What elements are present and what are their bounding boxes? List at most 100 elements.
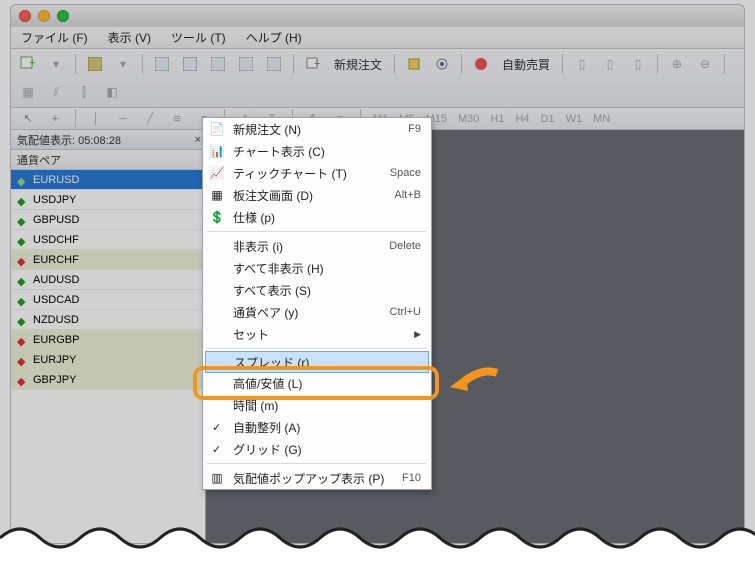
indicator-icon[interactable]: ⫽ xyxy=(45,81,67,103)
menu-hide[interactable]: 非表示 (i)Delete xyxy=(203,235,431,257)
menu-auto-arrange[interactable]: ✓自動整列 (A) xyxy=(203,416,431,438)
menu-popup-prices[interactable]: ▥気配値ポップアップ表示 (P)F10 xyxy=(203,467,431,489)
menu-hide-all[interactable]: すべて非表示 (H) xyxy=(203,257,431,279)
market-watch-title-text: 気配値表示: 05:08:28 xyxy=(17,132,121,148)
crosshair-icon[interactable]: + xyxy=(46,111,64,127)
trendline-icon[interactable]: ╱ xyxy=(141,111,159,127)
candle-chart-icon[interactable]: ▯ xyxy=(599,53,621,75)
svg-text:+: + xyxy=(314,58,320,70)
symbol-label: USDJPY xyxy=(33,194,76,206)
navigator-icon[interactable] xyxy=(207,53,229,75)
close-icon[interactable]: × xyxy=(195,134,201,146)
arrow-up-icon: ◆ xyxy=(17,195,27,205)
context-menu: 📄新規注文 (N)F9 📊チャート表示 (C) 📈ティックチャート (T)Spa… xyxy=(202,117,432,490)
zoom-out-icon[interactable]: ⊖ xyxy=(694,53,716,75)
toolbar-main: + ▾ ▾ + 新規注文 自動売買 ▯ ▯ ▯ ⊕ ⊖ ▦ ⫽ ⫿ ◧ xyxy=(11,49,744,108)
menu-sets[interactable]: セット▶ xyxy=(203,323,431,345)
channel-icon[interactable]: ≋ xyxy=(168,111,186,127)
symbol-row-eurchf[interactable]: ◆EURCHF xyxy=(11,250,205,270)
maximize-window-button[interactable] xyxy=(57,10,69,22)
separator xyxy=(207,463,427,464)
data-window-icon[interactable] xyxy=(179,53,201,75)
line-chart-icon[interactable]: ▯ xyxy=(627,53,649,75)
dropdown-icon[interactable]: ▾ xyxy=(45,53,67,75)
symbol-label: EURUSD xyxy=(33,174,79,186)
menu-symbols[interactable]: 通貨ペア (y)Ctrl+U xyxy=(203,301,431,323)
symbol-row-usdjpy[interactable]: ◆ USDJPY xyxy=(11,190,205,210)
menu-spec[interactable]: 💲仕様 (p) xyxy=(203,206,431,228)
tf-w1[interactable]: W1 xyxy=(565,113,584,125)
close-window-button[interactable] xyxy=(19,10,31,22)
symbol-row-eurgbp[interactable]: ◆EURGBP xyxy=(11,330,205,350)
tile-icon[interactable]: ▦ xyxy=(17,81,39,103)
menu-tick-chart[interactable]: 📈ティックチャート (T)Space xyxy=(203,162,431,184)
arrow-down-icon: ◆ xyxy=(17,355,27,365)
zoom-in-icon[interactable]: ⊕ xyxy=(666,53,688,75)
symbol-row-eurusd[interactable]: ◆ EURUSD xyxy=(11,170,205,190)
period-icon[interactable]: ⫿ xyxy=(73,81,95,103)
symbol-row-gbpjpy[interactable]: ◆GBPJPY xyxy=(11,370,205,390)
market-watch-icon[interactable] xyxy=(151,53,173,75)
menu-tools[interactable]: ツール (T) xyxy=(161,27,236,48)
symbol-label: EURGBP xyxy=(33,334,79,346)
menu-help[interactable]: ヘルプ (H) xyxy=(236,27,312,48)
menu-new-order[interactable]: 📄新規注文 (N)F9 xyxy=(203,118,431,140)
tick-icon: 📈 xyxy=(209,165,225,181)
symbol-label: GBPUSD xyxy=(33,214,79,226)
symbol-row-gbpusd[interactable]: ◆ GBPUSD xyxy=(11,210,205,230)
menu-spread[interactable]: スプレッド (r) xyxy=(205,351,429,373)
menu-view[interactable]: 表示 (V) xyxy=(98,27,161,48)
symbol-row-usdchf[interactable]: ◆USDCHF xyxy=(11,230,205,250)
symbol-row-nzdusd[interactable]: ◆NZDUSD xyxy=(11,310,205,330)
tester-icon[interactable] xyxy=(263,53,285,75)
annotation-arrow-icon xyxy=(442,365,502,405)
submenu-arrow-icon: ▶ xyxy=(414,329,421,340)
arrow-down-icon: ◆ xyxy=(17,375,27,385)
tf-mn[interactable]: MN xyxy=(592,113,611,125)
vline-icon[interactable]: │ xyxy=(87,111,105,127)
menu-show-all[interactable]: すべて表示 (S) xyxy=(203,279,431,301)
menu-high-low[interactable]: 高値/安値 (L) xyxy=(203,372,431,394)
new-order-label[interactable]: 新規注文 xyxy=(330,56,386,73)
menu-chart-window[interactable]: 📊チャート表示 (C) xyxy=(203,140,431,162)
menu-file[interactable]: ファイル (F) xyxy=(11,27,98,48)
symbol-row-audusd[interactable]: ◆AUDUSD xyxy=(11,270,205,290)
bar-chart-icon[interactable]: ▯ xyxy=(571,53,593,75)
symbol-row-eurjpy[interactable]: ◆ EURJPY xyxy=(11,350,205,370)
autotrade-icon[interactable] xyxy=(470,53,492,75)
market-watch-panel: 気配値表示: 05:08:28 × 通貨ペア ◆EURUSD◆USDJPY◆GB… xyxy=(11,130,206,544)
chart-icon: 📊 xyxy=(209,143,225,159)
menu-time[interactable]: 時間 (m) xyxy=(203,394,431,416)
hline-icon[interactable]: ─ xyxy=(114,111,132,127)
symbol-label: USDCAD xyxy=(33,294,79,306)
tf-d1[interactable]: D1 xyxy=(540,113,556,125)
template-icon[interactable]: ◧ xyxy=(101,81,123,103)
profiles-icon[interactable] xyxy=(84,53,106,75)
arrow-down-icon: ◆ xyxy=(17,255,27,265)
new-order-icon[interactable]: + xyxy=(302,53,324,75)
terminal-icon[interactable] xyxy=(235,53,257,75)
minimize-window-button[interactable] xyxy=(38,10,50,22)
metaeditor-icon[interactable] xyxy=(403,53,425,75)
menu-depth[interactable]: ▦板注文画面 (D)Alt+B xyxy=(203,184,431,206)
symbol-label: AUDUSD xyxy=(33,274,79,286)
symbol-label: EURJPY xyxy=(33,354,76,366)
arrow-up-icon: ◆ xyxy=(17,215,27,225)
separator xyxy=(207,348,427,349)
arrow-up-icon: ◆ xyxy=(17,175,27,185)
autotrade-label[interactable]: 自動売買 xyxy=(498,56,554,73)
tf-h4[interactable]: H4 xyxy=(514,113,530,125)
options-icon[interactable] xyxy=(431,53,453,75)
symbol-row-usdcad[interactable]: ◆USDCAD xyxy=(11,290,205,310)
new-chart-icon[interactable]: + xyxy=(17,53,39,75)
tf-h1[interactable]: H1 xyxy=(489,113,505,125)
wave-border xyxy=(0,518,755,568)
separator xyxy=(207,231,427,232)
spec-icon: 💲 xyxy=(209,209,225,225)
dropdown-icon[interactable]: ▾ xyxy=(112,53,134,75)
menu-grid[interactable]: ✓グリッド (G) xyxy=(203,438,431,460)
check-icon: ✓ xyxy=(212,443,221,456)
tf-m30[interactable]: M30 xyxy=(457,113,480,125)
cursor-icon[interactable]: ↖ xyxy=(19,111,37,127)
titlebar xyxy=(11,5,744,27)
